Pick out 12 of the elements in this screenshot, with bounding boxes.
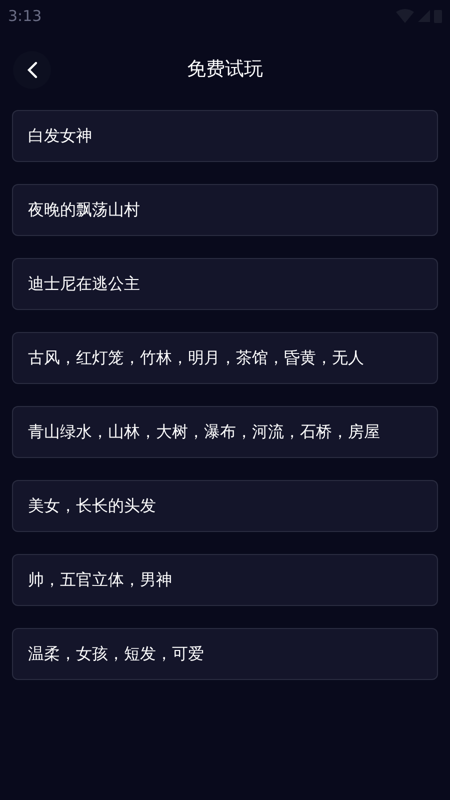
prompt-item[interactable]: 温柔，女孩，短发，可爱 xyxy=(12,628,438,680)
prompt-item[interactable]: 帅，五官立体，男神 xyxy=(12,554,438,606)
prompt-item[interactable]: 夜晚的飘荡山村 xyxy=(12,184,438,236)
prompt-item[interactable]: 迪士尼在逃公主 xyxy=(12,258,438,310)
prompt-item[interactable]: 白发女神 xyxy=(12,110,438,162)
status-time: 3:13 xyxy=(8,6,42,27)
page-title: 免费试玩 xyxy=(187,56,263,82)
back-icon xyxy=(26,61,38,79)
prompt-item[interactable]: 古风，红灯笼，竹林，明月，茶馆，昏黄，无人 xyxy=(12,332,438,384)
prompt-item[interactable]: 青山绿水，山林，大树，瀑布，河流，石桥，房屋 xyxy=(12,406,438,458)
prompt-item[interactable]: 美女，长长的头发 xyxy=(12,480,438,532)
back-button[interactable] xyxy=(13,51,51,89)
